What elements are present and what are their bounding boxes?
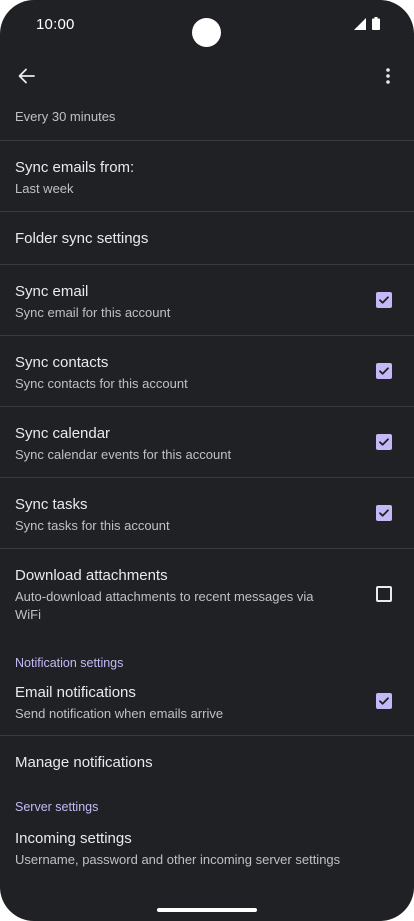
sync-email-checkbox[interactable]: [376, 292, 392, 308]
folder-sync-settings-row[interactable]: Folder sync settings: [0, 212, 414, 265]
app-toolbar: [0, 58, 414, 98]
status-time: 10:00: [36, 16, 75, 33]
download-attachments-checkbox[interactable]: [376, 586, 392, 602]
manage-notifications-title: Manage notifications: [15, 754, 153, 771]
arrow-back-icon: [17, 67, 35, 90]
settings-list: Every 30 minutes Sync emails from: Last …: [0, 98, 414, 880]
manage-notifications-row[interactable]: Manage notifications: [0, 736, 414, 789]
more-vert-icon: [385, 67, 391, 90]
status-icons: [354, 17, 380, 35]
phone-screen: 10:00 Every 30 minutes Sync emails from:…: [0, 0, 414, 921]
download-attachments-subtitle: Auto-download attachments to recent mess…: [15, 589, 314, 622]
email-notifications-subtitle: Send notification when emails arrive: [15, 706, 224, 721]
sync-tasks-checkbox[interactable]: [376, 505, 392, 521]
status-bar: 10:00: [0, 0, 414, 50]
sync-email-row[interactable]: Sync email Sync email for this account: [0, 265, 414, 336]
folder-sync-settings-title: Folder sync settings: [15, 230, 149, 247]
sync-tasks-subtitle: Sync tasks for this account: [15, 518, 170, 533]
more-options-button[interactable]: [374, 64, 402, 92]
battery-icon: [372, 17, 380, 35]
email-notifications-title: Email notifications: [15, 684, 136, 701]
email-notifications-checkbox[interactable]: [376, 693, 392, 709]
server-settings-header: Server settings: [15, 800, 99, 814]
sync-emails-from-value: Last week: [15, 181, 74, 196]
front-camera-cutout: [192, 18, 221, 47]
sync-contacts-checkbox[interactable]: [376, 363, 392, 379]
sync-email-subtitle: Sync email for this account: [15, 305, 171, 320]
sync-contacts-title: Sync contacts: [15, 354, 109, 371]
sync-calendar-row[interactable]: Sync calendar Sync calendar events for t…: [0, 407, 414, 478]
sync-contacts-subtitle: Sync contacts for this account: [15, 376, 188, 391]
sync-tasks-row[interactable]: Sync tasks Sync tasks for this account: [0, 478, 414, 549]
incoming-settings-subtitle: Username, password and other incoming se…: [15, 852, 341, 867]
sync-tasks-title: Sync tasks: [15, 496, 88, 513]
back-button[interactable]: [12, 64, 40, 92]
notification-settings-header: Notification settings: [15, 656, 124, 670]
sync-calendar-subtitle: Sync calendar events for this account: [15, 447, 232, 462]
cellular-signal-icon: [354, 17, 366, 35]
sync-interval-row[interactable]: Every 30 minutes: [0, 98, 414, 141]
sync-calendar-checkbox[interactable]: [376, 434, 392, 450]
incoming-settings-title: Incoming settings: [15, 830, 132, 847]
sync-emails-from-title: Sync emails from:: [15, 159, 135, 176]
incoming-settings-row[interactable]: Incoming settings Username, password and…: [0, 820, 414, 880]
sync-calendar-title: Sync calendar: [15, 425, 111, 442]
email-notifications-row[interactable]: Email notifications Send notification wh…: [0, 676, 414, 736]
sync-interval-value: Every 30 minutes: [15, 109, 116, 124]
download-attachments-title: Download attachments: [15, 567, 168, 584]
sync-emails-from-row[interactable]: Sync emails from: Last week: [0, 141, 414, 212]
download-attachments-row[interactable]: Download attachments Auto-download attac…: [0, 549, 414, 645]
sync-contacts-row[interactable]: Sync contacts Sync contacts for this acc…: [0, 336, 414, 407]
gesture-home-indicator[interactable]: [157, 908, 257, 912]
sync-email-title: Sync email: [15, 283, 89, 300]
